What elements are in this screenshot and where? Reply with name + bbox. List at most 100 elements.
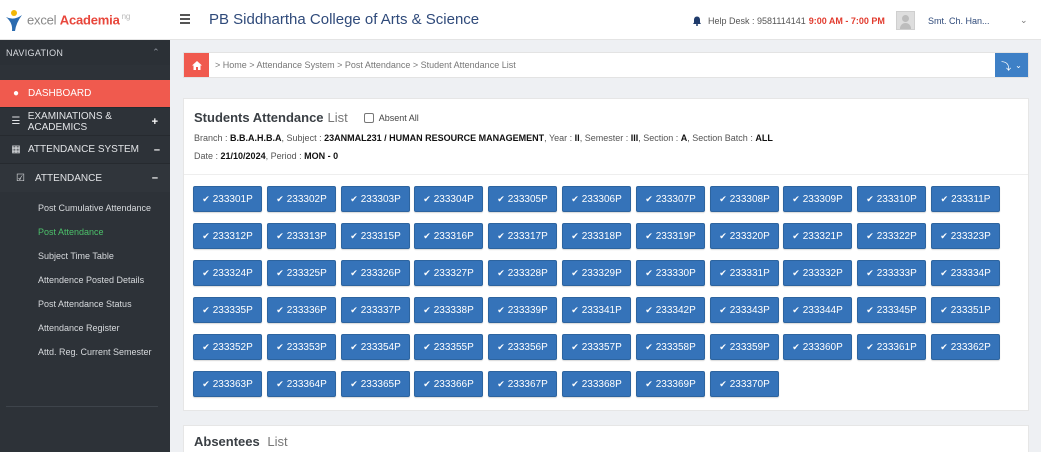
check-icon: ✔: [202, 267, 210, 278]
sidebar-subitem-current-semester[interactable]: Attd. Reg. Current Semester: [0, 340, 170, 364]
sidebar-item-examinations[interactable]: ☰ EXAMINATIONS & ACADEMICS +: [0, 108, 170, 136]
chevron-up-icon[interactable]: ⌃: [152, 47, 160, 58]
student-roll-button[interactable]: ✔ 233329P: [562, 260, 631, 286]
student-roll-button[interactable]: ✔ 233335P: [193, 297, 262, 323]
student-roll-button[interactable]: ✔ 233341P: [562, 297, 631, 323]
sidebar-subitem-post-cumulative[interactable]: Post Cumulative Attendance: [0, 196, 170, 220]
student-roll-button[interactable]: ✔ 233309P: [783, 186, 852, 212]
avatar[interactable]: [896, 11, 915, 30]
student-roll-button[interactable]: ✔ 233308P: [710, 186, 779, 212]
bell-icon[interactable]: [692, 16, 702, 26]
student-roll-button[interactable]: ✔ 233366P: [414, 371, 483, 397]
student-roll-button[interactable]: ✔ 233331P: [710, 260, 779, 286]
student-roll-button[interactable]: ✔ 233361P: [857, 334, 926, 360]
student-roll-button[interactable]: ✔ 233322P: [857, 223, 926, 249]
check-icon: ✔: [792, 193, 800, 204]
student-roll-button[interactable]: ✔ 233345P: [857, 297, 926, 323]
breadcrumb-path[interactable]: > Home > Attendance System > Post Attend…: [215, 60, 516, 70]
student-roll-label: 233344P: [802, 304, 843, 316]
student-roll-label: 233357P: [581, 341, 622, 353]
student-roll-button[interactable]: ✔ 233356P: [488, 334, 557, 360]
student-roll-button[interactable]: ✔ 233306P: [562, 186, 631, 212]
student-roll-button[interactable]: ✔ 233311P: [931, 186, 1000, 212]
student-roll-button[interactable]: ✔ 233318P: [562, 223, 631, 249]
app-logo[interactable]: excel Academia ng: [4, 8, 174, 32]
student-roll-button[interactable]: ✔ 233367P: [488, 371, 557, 397]
sidebar-item-dashboard[interactable]: ● DASHBOARD: [0, 80, 170, 108]
student-roll-button[interactable]: ✔ 233336P: [267, 297, 336, 323]
student-roll-button[interactable]: ✔ 233317P: [488, 223, 557, 249]
student-roll-button[interactable]: ✔ 233323P: [931, 223, 1000, 249]
student-roll-button[interactable]: ✔ 233313P: [267, 223, 336, 249]
student-roll-button[interactable]: ✔ 233357P: [562, 334, 631, 360]
student-roll-button[interactable]: ✔ 233363P: [193, 371, 262, 397]
student-roll-label: 233328P: [507, 267, 548, 279]
student-roll-button[interactable]: ✔ 233362P: [931, 334, 1000, 360]
student-roll-button[interactable]: ✔ 233334P: [931, 260, 1000, 286]
sidebar-item-attendance-system[interactable]: ▦ ATTENDANCE SYSTEM –: [0, 136, 170, 164]
student-roll-button[interactable]: ✔ 233355P: [414, 334, 483, 360]
sidebar-subitem-post-attendance[interactable]: Post Attendance: [0, 220, 170, 244]
students-attendance-panel: Students Attendance List Absent All Bran…: [183, 98, 1029, 411]
student-roll-button[interactable]: ✔ 233343P: [710, 297, 779, 323]
student-roll-button[interactable]: ✔ 233304P: [414, 186, 483, 212]
navigation-header: NAVIGATION ⌃: [0, 40, 170, 65]
student-roll-button[interactable]: ✔ 233310P: [857, 186, 926, 212]
student-roll-button[interactable]: ✔ 233369P: [636, 371, 705, 397]
check-icon: ✔: [571, 304, 579, 315]
student-roll-button[interactable]: ✔ 233320P: [710, 223, 779, 249]
student-roll-button[interactable]: ✔ 233342P: [636, 297, 705, 323]
student-roll-button[interactable]: ✔ 233326P: [341, 260, 410, 286]
student-roll-label: 233302P: [286, 193, 327, 205]
student-roll-button[interactable]: ✔ 233332P: [783, 260, 852, 286]
student-roll-button[interactable]: ✔ 233321P: [783, 223, 852, 249]
student-roll-button[interactable]: ✔ 233370P: [710, 371, 779, 397]
student-roll-button[interactable]: ✔ 233358P: [636, 334, 705, 360]
student-roll-button[interactable]: ✔ 233351P: [931, 297, 1000, 323]
student-roll-label: 233338P: [433, 304, 474, 316]
check-icon: ✔: [719, 304, 727, 315]
sidebar-subitem-posted-details[interactable]: Attendence Posted Details: [0, 268, 170, 292]
student-roll-button[interactable]: ✔ 233315P: [341, 223, 410, 249]
student-roll-button[interactable]: ✔ 233360P: [783, 334, 852, 360]
student-roll-button[interactable]: ✔ 233352P: [193, 334, 262, 360]
sidebar-subitem-time-table[interactable]: Subject Time Table: [0, 244, 170, 268]
student-roll-button[interactable]: ✔ 233368P: [562, 371, 631, 397]
student-roll-button[interactable]: ✔ 233301P: [193, 186, 262, 212]
student-roll-button[interactable]: ✔ 233325P: [267, 260, 336, 286]
student-roll-button[interactable]: ✔ 233312P: [193, 223, 262, 249]
student-roll-button[interactable]: ✔ 233327P: [414, 260, 483, 286]
student-roll-button[interactable]: ✔ 233319P: [636, 223, 705, 249]
student-roll-button[interactable]: ✔ 233307P: [636, 186, 705, 212]
student-roll-button[interactable]: ✔ 233364P: [267, 371, 336, 397]
student-roll-button[interactable]: ✔ 233337P: [341, 297, 410, 323]
student-roll-button[interactable]: ✔ 233302P: [267, 186, 336, 212]
student-roll-button[interactable]: ✔ 233338P: [414, 297, 483, 323]
student-roll-button[interactable]: ✔ 233365P: [341, 371, 410, 397]
student-roll-button[interactable]: ✔ 233305P: [488, 186, 557, 212]
home-button[interactable]: [184, 53, 209, 77]
absent-all-checkbox[interactable]: Absent All: [363, 112, 419, 123]
sidebar-subitem-post-status[interactable]: Post Attendance Status: [0, 292, 170, 316]
student-roll-button[interactable]: ✔ 233339P: [488, 297, 557, 323]
sidebar-item-attendance[interactable]: ☑ ATTENDANCE –: [0, 164, 170, 192]
student-roll-button[interactable]: ✔ 233354P: [341, 334, 410, 360]
student-roll-button[interactable]: ✔ 233344P: [783, 297, 852, 323]
student-roll-button[interactable]: ✔ 233324P: [193, 260, 262, 286]
quick-actions-button[interactable]: ⤵ ⌄: [995, 53, 1028, 77]
check-icon: ✔: [423, 230, 431, 241]
user-name[interactable]: Smt. Ch. Han...: [928, 16, 990, 26]
student-roll-button[interactable]: ✔ 233316P: [414, 223, 483, 249]
checkbox-icon[interactable]: [363, 112, 374, 123]
menu-toggle-icon[interactable]: [180, 14, 190, 24]
student-roll-label: 233359P: [729, 341, 770, 353]
student-roll-button[interactable]: ✔ 233333P: [857, 260, 926, 286]
student-roll-button[interactable]: ✔ 233303P: [341, 186, 410, 212]
sidebar-subitem-register[interactable]: Attendance Register: [0, 316, 170, 340]
chevron-down-icon[interactable]: ⌄: [1020, 15, 1028, 26]
student-roll-button[interactable]: ✔ 233328P: [488, 260, 557, 286]
check-icon: ✔: [866, 341, 874, 352]
student-roll-button[interactable]: ✔ 233359P: [710, 334, 779, 360]
student-roll-button[interactable]: ✔ 233353P: [267, 334, 336, 360]
student-roll-button[interactable]: ✔ 233330P: [636, 260, 705, 286]
